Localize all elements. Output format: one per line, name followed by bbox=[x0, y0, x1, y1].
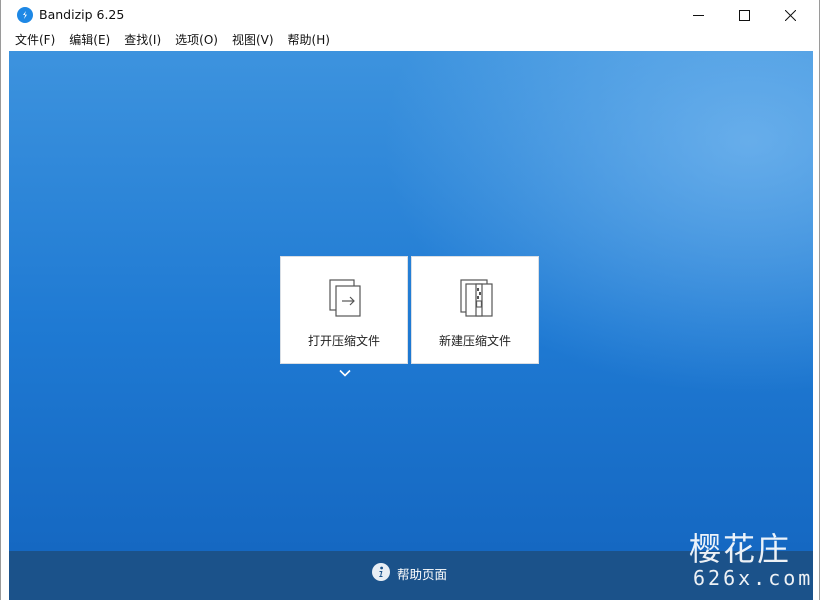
info-icon bbox=[372, 563, 390, 581]
menu-bar: 文件(F) 编辑(E) 查找(I) 选项(O) 视图(V) 帮助(H) bbox=[1, 30, 819, 51]
app-window: Bandizip 6.25 文件(F) 编辑(E) 查找(I) 选项(O) 视图… bbox=[0, 0, 820, 600]
watermark-url: 626x.com bbox=[693, 566, 814, 590]
minimize-icon bbox=[692, 14, 704, 16]
new-archive-button[interactable]: 新建压缩文件 bbox=[411, 256, 539, 364]
menu-find[interactable]: 查找(I) bbox=[118, 30, 167, 51]
window-title: Bandizip 6.25 bbox=[39, 7, 125, 22]
maximize-button[interactable] bbox=[721, 0, 767, 30]
help-page-link[interactable]: 帮助页面 bbox=[397, 564, 447, 583]
new-archive-icon bbox=[460, 279, 493, 317]
new-archive-label: 新建压缩文件 bbox=[438, 334, 511, 348]
bandizip-logo-icon bbox=[17, 7, 33, 23]
close-button[interactable] bbox=[767, 0, 813, 30]
title-bar: Bandizip 6.25 bbox=[1, 0, 819, 30]
menu-view[interactable]: 视图(V) bbox=[226, 30, 280, 51]
main-panel: 打开压缩文件 新建压缩文件 bbox=[9, 51, 813, 551]
menu-options[interactable]: 选项(O) bbox=[169, 30, 224, 51]
chevron-down-icon[interactable] bbox=[339, 369, 351, 377]
open-archive-button[interactable]: 打开压缩文件 bbox=[280, 256, 408, 364]
open-archive-icon bbox=[329, 279, 361, 317]
open-archive-label: 打开压缩文件 bbox=[307, 334, 380, 348]
menu-file[interactable]: 文件(F) bbox=[9, 30, 61, 51]
minimize-button[interactable] bbox=[675, 0, 721, 30]
menu-edit[interactable]: 编辑(E) bbox=[63, 30, 116, 51]
menu-help[interactable]: 帮助(H) bbox=[282, 30, 336, 51]
maximize-icon bbox=[738, 9, 750, 21]
close-icon bbox=[784, 9, 796, 21]
watermark-text: 樱花庄 bbox=[689, 530, 792, 568]
